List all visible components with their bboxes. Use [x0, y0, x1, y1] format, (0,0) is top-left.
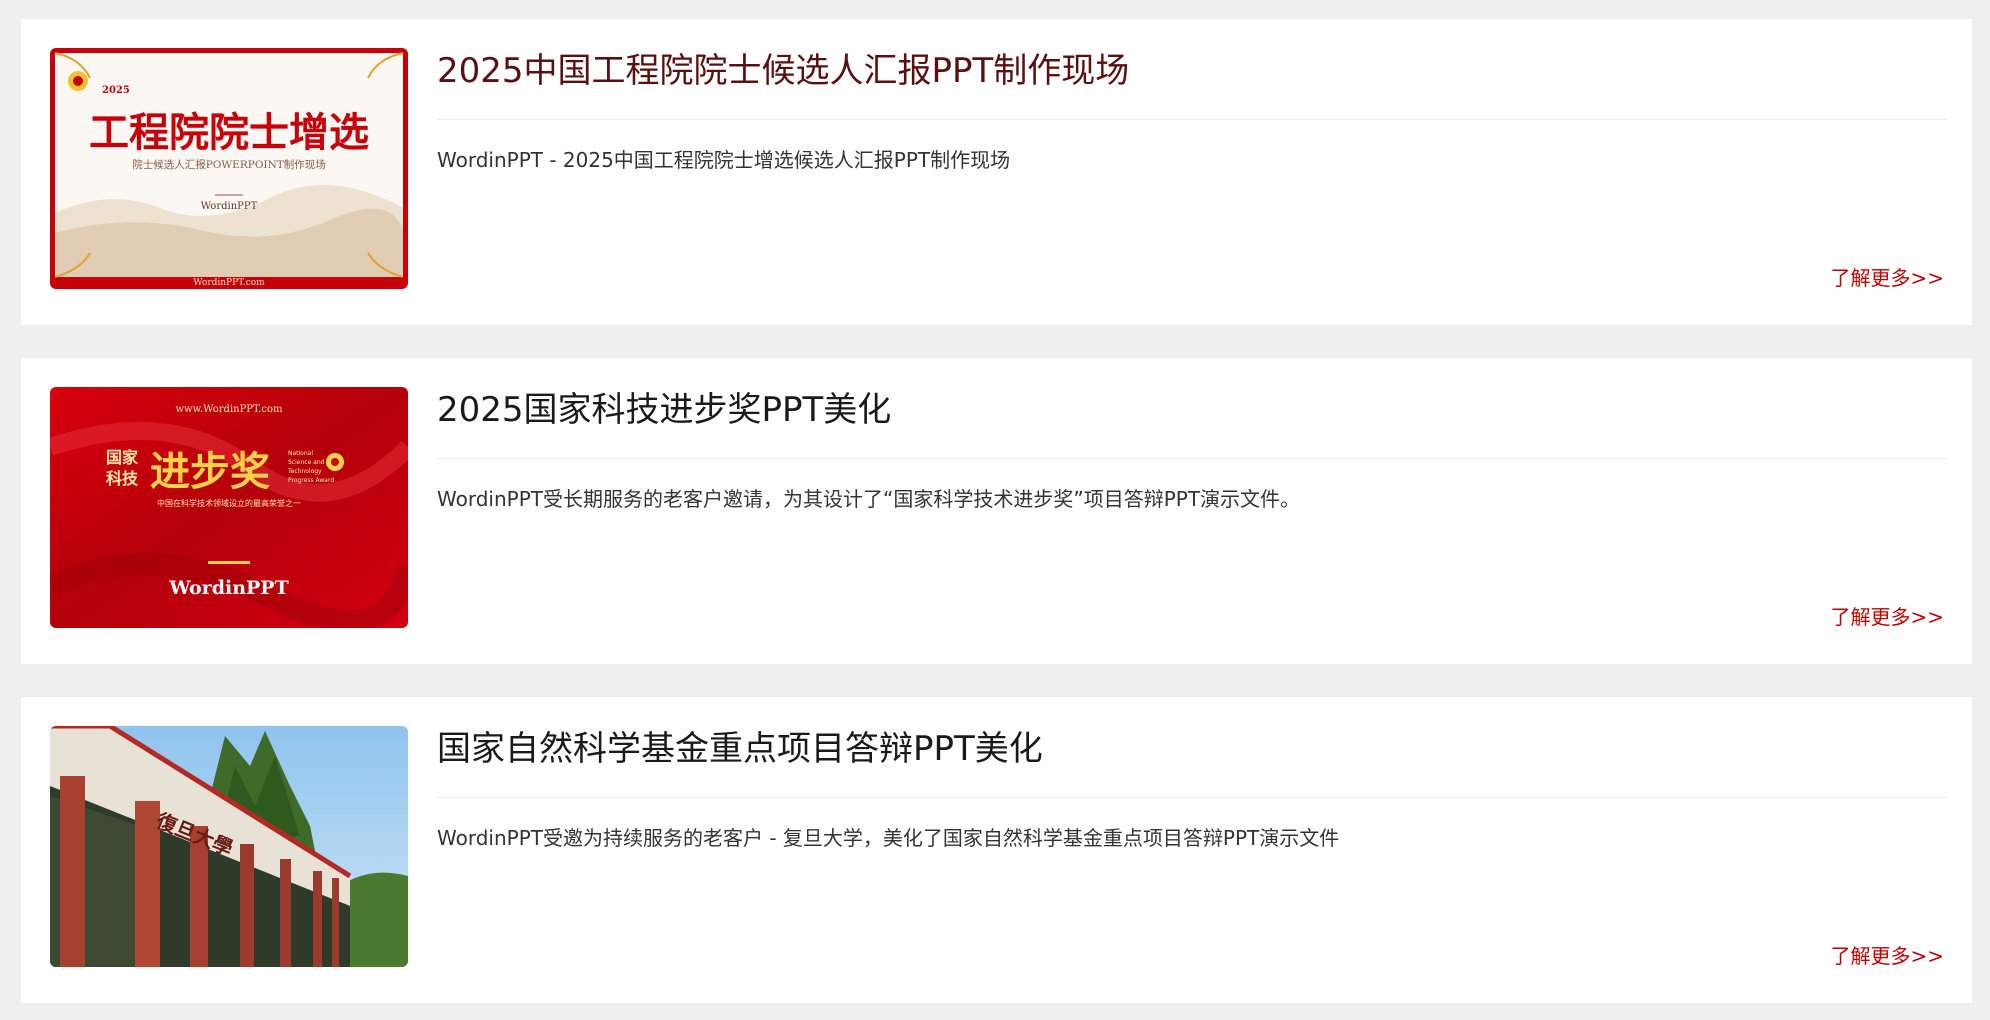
article-thumbnail[interactable]: www.WordinPPT.com 国家 科技 进步奖 National Sci…	[50, 387, 408, 628]
thumb-left-line1: 国家	[106, 448, 139, 467]
thumb-site: WordinPPT.com	[193, 278, 265, 288]
thumb-subline: 院士候选人汇报POWERPOINT制作现场	[132, 158, 326, 171]
thumb-headline: 进步奖	[150, 448, 270, 495]
thumb-en-line3: Technology	[287, 468, 322, 475]
progress-award-cover: www.WordinPPT.com 国家 科技 进步奖 National Sci…	[50, 387, 408, 628]
fudan-gate-photo: 復旦大學	[50, 726, 408, 967]
article-card: 復旦大學 国家自然科学基金重点项目答辩PPT美化 WordinPPT受邀为持续服…	[21, 697, 1972, 1003]
thumb-headline: 工程院院士增选	[89, 109, 369, 156]
learn-more-link[interactable]: 了解更多>>	[1830, 602, 1944, 632]
learn-more-link[interactable]: 了解更多>>	[1830, 263, 1944, 293]
thumb-en-line4: Progress Award	[288, 477, 334, 484]
learn-more-link[interactable]: 了解更多>>	[1830, 941, 1944, 971]
article-card: 2025 工程院院士增选 院士候选人汇报POWERPOINT制作现场 Wordi…	[21, 19, 1972, 325]
article-title[interactable]: 国家自然科学基金重点项目答辩PPT美化	[437, 727, 1937, 771]
article-thumbnail[interactable]: 2025 工程院院士增选 院士候选人汇报POWERPOINT制作现场 Wordi…	[50, 48, 408, 289]
article-description: WordinPPT受长期服务的老客户邀请，为其设计了“国家科学技术进步奖”项目答…	[437, 487, 1301, 511]
thumb-en-line2: Science and	[288, 459, 325, 466]
thumb-brand: WordinPPT	[201, 201, 258, 212]
thumb-en-line1: National	[288, 450, 313, 457]
divider	[437, 458, 1947, 459]
thumb-subline: 中国在科学技术领域设立的最高荣誉之一	[157, 498, 301, 508]
article-title[interactable]: 2025国家科技进步奖PPT美化	[437, 388, 1937, 432]
thumb-year: 2025	[102, 85, 130, 96]
article-title[interactable]: 2025中国工程院院士候选人汇报PPT制作现场	[437, 49, 1937, 93]
thumb-site: www.WordinPPT.com	[175, 404, 283, 415]
article-thumbnail[interactable]: 復旦大學	[50, 726, 408, 967]
thumb-brand: WordinPPT	[168, 577, 289, 599]
divider	[437, 797, 1947, 798]
article-card: www.WordinPPT.com 国家 科技 进步奖 National Sci…	[21, 358, 1972, 664]
article-description: WordinPPT受邀为持续服务的老客户 - 复旦大学，美化了国家自然科学基金重…	[437, 826, 1340, 850]
article-description: WordinPPT - 2025中国工程院院士增选候选人汇报PPT制作现场	[437, 148, 1011, 172]
academician-election-cover: 2025 工程院院士增选 院士候选人汇报POWERPOINT制作现场 Wordi…	[50, 48, 408, 289]
divider	[437, 119, 1947, 120]
thumb-left-line2: 科技	[106, 469, 139, 488]
